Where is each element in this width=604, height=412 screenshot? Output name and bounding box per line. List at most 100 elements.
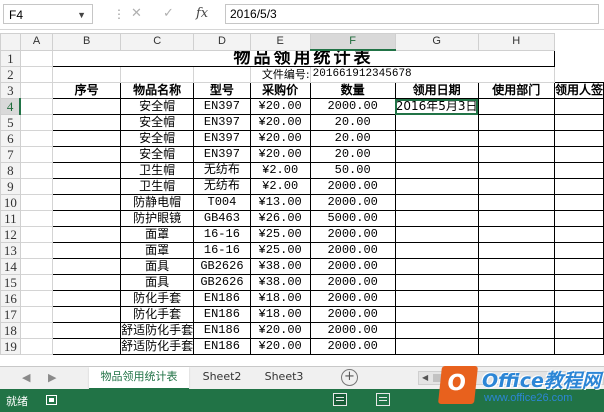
item-name-cell[interactable]: 舒适防化手套 — [120, 322, 195, 339]
insert-function-icon[interactable]: fx — [196, 6, 208, 22]
date-cell[interactable] — [394, 178, 479, 195]
date-cell[interactable] — [394, 194, 479, 211]
seq-cell[interactable] — [52, 274, 122, 291]
qty-cell[interactable]: 50.00 — [309, 162, 396, 179]
row-header-15[interactable]: 15 — [0, 274, 21, 291]
model-cell[interactable]: 无纺布 — [193, 178, 251, 195]
cell-a1[interactable] — [19, 49, 54, 67]
date-cell[interactable] — [394, 290, 479, 307]
qty-cell[interactable]: 2000.00 — [309, 226, 396, 243]
signature-cell[interactable] — [553, 130, 604, 147]
qty-cell[interactable]: 2000.00 — [309, 290, 396, 307]
seq-cell[interactable] — [52, 290, 122, 307]
cell-a10[interactable] — [19, 194, 54, 211]
model-cell[interactable]: EN186 — [193, 322, 251, 339]
date-cell[interactable] — [394, 338, 479, 355]
price-cell[interactable]: ¥25.00 — [249, 226, 311, 243]
signature-cell[interactable] — [553, 162, 604, 179]
column-title[interactable]: 使用部门 — [477, 82, 555, 99]
column-header-b[interactable]: B — [52, 33, 122, 51]
date-cell[interactable] — [394, 130, 479, 147]
tab-sheet3[interactable]: Sheet3 — [256, 367, 312, 388]
price-cell[interactable]: ¥20.00 — [249, 322, 311, 339]
department-cell[interactable] — [477, 146, 555, 163]
signature-cell[interactable] — [553, 322, 604, 339]
signature-cell[interactable] — [553, 226, 604, 243]
model-cell[interactable]: GB2626 — [193, 274, 251, 291]
signature-cell[interactable] — [553, 258, 604, 275]
date-cell[interactable] — [394, 114, 479, 131]
seq-cell[interactable] — [52, 146, 122, 163]
cell-c2[interactable] — [120, 66, 195, 83]
seq-cell[interactable] — [52, 178, 122, 195]
department-cell[interactable] — [477, 306, 555, 323]
price-cell[interactable]: ¥2.00 — [249, 178, 311, 195]
department-cell[interactable] — [477, 194, 555, 211]
signature-cell[interactable] — [553, 290, 604, 307]
cell-b2[interactable] — [52, 66, 122, 83]
model-cell[interactable]: 16-16 — [193, 226, 251, 243]
cell-a18[interactable] — [19, 322, 54, 339]
column-title[interactable]: 型号 — [193, 82, 251, 99]
column-title[interactable]: 物品名称 — [120, 82, 195, 99]
page-layout-view-icon[interactable] — [376, 393, 390, 406]
seq-cell[interactable] — [52, 114, 122, 131]
signature-cell[interactable] — [553, 114, 604, 131]
column-header-c[interactable]: C — [120, 33, 195, 51]
cell-a8[interactable] — [19, 162, 54, 179]
price-cell[interactable]: ¥2.00 — [249, 162, 311, 179]
qty-cell[interactable]: 5000.00 — [309, 210, 396, 227]
date-cell[interactable] — [394, 306, 479, 323]
price-cell[interactable]: ¥38.00 — [249, 258, 311, 275]
selected-date-cell[interactable]: 2016年5月3日 — [394, 98, 479, 115]
price-cell[interactable]: ¥25.00 — [249, 242, 311, 259]
cell-a12[interactable] — [19, 226, 54, 243]
row-header-12[interactable]: 12 — [0, 226, 21, 243]
item-name-cell[interactable]: 防护眼镜 — [120, 210, 195, 227]
cell-a11[interactable] — [19, 210, 54, 227]
price-cell[interactable]: ¥13.00 — [249, 194, 311, 211]
seq-cell[interactable] — [52, 338, 122, 355]
department-cell[interactable] — [477, 274, 555, 291]
column-header-f[interactable]: F — [309, 33, 396, 51]
qty-cell[interactable]: 20.00 — [309, 114, 396, 131]
price-cell[interactable]: ¥26.00 — [249, 210, 311, 227]
signature-cell[interactable] — [553, 194, 604, 211]
item-name-cell[interactable]: 防化手套 — [120, 290, 195, 307]
qty-cell[interactable]: 2000.00 — [309, 306, 396, 323]
signature-cell[interactable] — [553, 98, 604, 115]
doc-number-label[interactable]: 文件编号: — [249, 66, 311, 83]
price-cell[interactable]: ¥18.00 — [249, 290, 311, 307]
column-header-g[interactable]: G — [394, 33, 479, 51]
signature-cell[interactable] — [553, 338, 604, 355]
model-cell[interactable]: T004 — [193, 194, 251, 211]
column-title[interactable]: 序号 — [52, 82, 122, 99]
qty-cell[interactable]: 2000.00 — [309, 98, 396, 115]
price-cell[interactable]: ¥20.00 — [249, 130, 311, 147]
cell-a4[interactable] — [19, 98, 54, 115]
item-name-cell[interactable]: 防化手套 — [120, 306, 195, 323]
department-cell[interactable] — [477, 258, 555, 275]
column-header-h[interactable]: H — [477, 33, 555, 51]
item-name-cell[interactable]: 安全帽 — [120, 130, 195, 147]
seq-cell[interactable] — [52, 258, 122, 275]
price-cell[interactable]: ¥20.00 — [249, 114, 311, 131]
row-header-14[interactable]: 14 — [0, 258, 21, 275]
date-cell[interactable] — [394, 146, 479, 163]
department-cell[interactable] — [477, 338, 555, 355]
item-name-cell[interactable]: 舒适防化手套 — [120, 338, 195, 355]
model-cell[interactable]: EN186 — [193, 306, 251, 323]
department-cell[interactable] — [477, 162, 555, 179]
signature-cell[interactable] — [553, 274, 604, 291]
cell-a9[interactable] — [19, 178, 54, 195]
signature-cell[interactable] — [553, 210, 604, 227]
model-cell[interactable]: EN397 — [193, 146, 251, 163]
seq-cell[interactable] — [52, 130, 122, 147]
price-cell[interactable]: ¥20.00 — [249, 146, 311, 163]
model-cell[interactable]: 无纺布 — [193, 162, 251, 179]
cell-a7[interactable] — [19, 146, 54, 163]
cell-a19[interactable] — [19, 338, 54, 355]
sheet-scroll-left-icon[interactable]: ◀ — [22, 371, 30, 384]
qty-cell[interactable]: 2000.00 — [309, 178, 396, 195]
qty-cell[interactable]: 2000.00 — [309, 338, 396, 355]
